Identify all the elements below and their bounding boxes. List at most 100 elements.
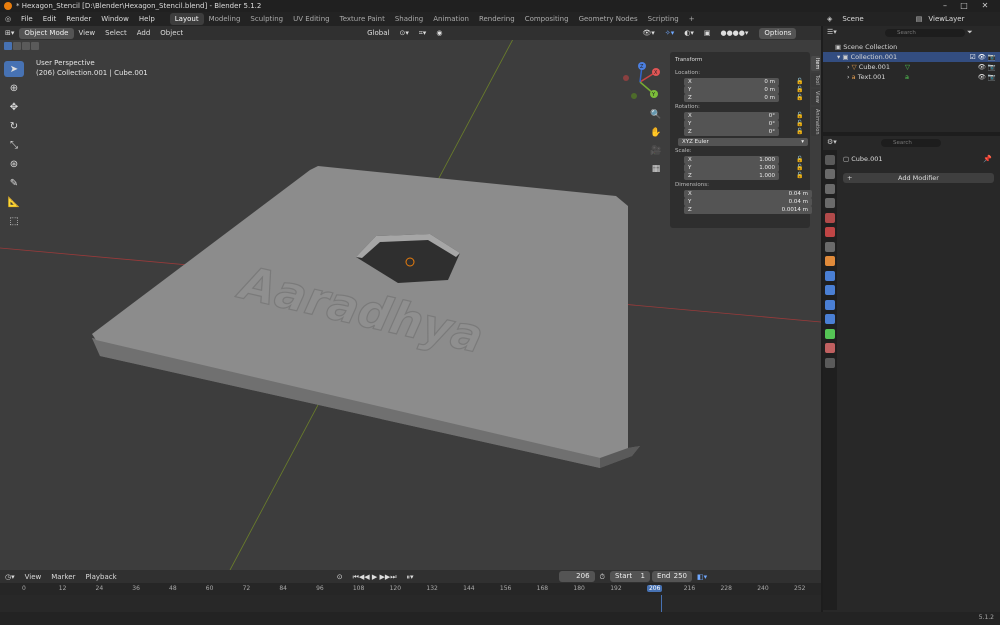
add-cube-tool-icon[interactable]: ⬚ <box>4 213 24 229</box>
clock-icon[interactable]: ⏱ <box>595 570 610 584</box>
editor-type-icon[interactable]: ⊞▾ <box>0 26 19 40</box>
orientation-dropdown[interactable]: Global <box>362 26 394 40</box>
measure-tool-icon[interactable]: 📐 <box>4 194 24 210</box>
snap-icon[interactable]: ⌗▾ <box>414 26 431 40</box>
menu-object[interactable]: Object <box>155 26 188 40</box>
rotation-z-field[interactable]: Z 0° <box>684 128 779 136</box>
current-frame-field[interactable]: 206 <box>558 571 595 582</box>
close-button[interactable]: ✕ <box>978 1 992 11</box>
tab-animation-sidebar[interactable]: Animation <box>811 106 820 137</box>
move-tool-icon[interactable]: ✥ <box>4 99 24 115</box>
dimension-x-field[interactable]: X 0.04 m <box>684 190 812 198</box>
viewlayer-name[interactable]: ViewLayer <box>928 15 964 23</box>
outliner-scene-collection[interactable]: ▣ Scene Collection <box>823 42 1000 52</box>
transform-tool-icon[interactable]: ⊛ <box>4 156 24 172</box>
scene-properties-icon[interactable] <box>825 212 835 223</box>
texture-properties-icon[interactable] <box>825 357 835 368</box>
properties-editor-icon[interactable]: ⚙▾ <box>827 138 837 146</box>
lock-icon[interactable]: 🔓 <box>796 164 803 171</box>
visibility-icon[interactable]: 👁▾ <box>637 26 659 40</box>
playback-controls[interactable]: ⏮◀◀ ▶ ▶▶⏭ <box>348 570 402 584</box>
annotate-tool-icon[interactable]: ✎ <box>4 175 24 191</box>
select-extend-icon[interactable] <box>13 42 21 50</box>
tab-layout[interactable]: Layout <box>169 13 204 25</box>
timeline-menu-playback[interactable]: Playback <box>80 570 121 584</box>
lock-icon[interactable]: 🔓 <box>796 120 803 127</box>
constraints-properties-icon[interactable] <box>825 314 835 324</box>
tool-properties-icon[interactable] <box>825 154 835 165</box>
blender-menu-icon[interactable]: ◎ <box>0 15 16 23</box>
outliner-cube[interactable]: › ▽ Cube.001 ▽ 👁 📷 <box>823 62 1000 72</box>
pin-icon[interactable]: 📌 <box>983 155 992 163</box>
menu-view[interactable]: View <box>74 26 101 40</box>
options-button[interactable]: Options <box>759 27 797 39</box>
output-properties-icon[interactable] <box>825 183 835 194</box>
lock-icon[interactable]: 🔓 <box>796 128 803 135</box>
lock-icon[interactable]: 🔓 <box>796 94 803 101</box>
tab-item[interactable]: Item <box>811 56 820 72</box>
zoom-icon[interactable]: 🔍 <box>648 106 664 124</box>
navigation-gizmo[interactable]: X Y Z <box>620 62 660 102</box>
render-properties-icon[interactable] <box>825 169 835 179</box>
particles-properties-icon[interactable] <box>825 285 835 295</box>
collection-properties-icon[interactable] <box>825 241 835 252</box>
visibility-toggles[interactable]: ☑ 👁 📷 <box>970 52 996 62</box>
rotation-y-field[interactable]: Y 0° <box>684 120 779 128</box>
select-tool-icon[interactable]: ➤ <box>4 61 24 77</box>
visibility-toggles[interactable]: 👁 📷 <box>978 62 996 72</box>
tab-shading[interactable]: Shading <box>390 13 428 25</box>
proportional-edit-icon[interactable]: ◉ <box>431 26 447 40</box>
tab-texture-paint[interactable]: Texture Paint <box>335 13 390 25</box>
menu-select[interactable]: Select <box>100 26 132 40</box>
tab-tool[interactable]: Tool <box>811 73 820 88</box>
lock-icon[interactable]: 🔓 <box>796 86 803 93</box>
start-frame-field[interactable]: Start 1 <box>610 571 651 582</box>
menu-edit[interactable]: Edit <box>38 12 62 26</box>
timeline-ruler[interactable]: 0 12 24 36 48 60 72 84 96 108 120 132 144 156 168 180 19… <box>0 583 821 595</box>
cursor-tool-icon[interactable]: ⊕ <box>4 80 24 96</box>
playhead[interactable] <box>661 595 663 612</box>
menu-render[interactable]: Render <box>61 12 96 26</box>
view-layer-properties-icon[interactable] <box>825 198 835 208</box>
keying-icon[interactable]: ⏸▾ <box>402 570 419 584</box>
sync-icon[interactable]: ◧▾ <box>692 570 712 584</box>
record-icon[interactable]: ⊙ <box>332 570 348 584</box>
physics-properties-icon[interactable] <box>825 299 835 310</box>
gizmo-icon[interactable]: ✧▾ <box>660 26 679 40</box>
select-invert-icon[interactable] <box>31 42 39 50</box>
tab-view[interactable]: View <box>811 89 820 105</box>
lock-icon[interactable]: 🔓 <box>796 78 803 85</box>
timeline-editor-icon[interactable]: ◷▾ <box>0 570 20 584</box>
object-properties-icon[interactable] <box>825 256 835 266</box>
select-subtract-icon[interactable] <box>22 42 30 50</box>
scene-icon[interactable]: ◈ <box>827 15 832 23</box>
xray-icon[interactable]: ▣ <box>699 26 716 40</box>
filter-icon[interactable]: ⏷ <box>967 28 973 37</box>
scale-y-field[interactable]: Y 1.000 <box>684 164 779 172</box>
overlay-icon[interactable]: ◐▾ <box>679 26 699 40</box>
lock-icon[interactable]: 🔓 <box>796 112 803 119</box>
minimize-button[interactable]: – <box>938 1 952 11</box>
mode-dropdown[interactable]: Object Mode <box>19 27 74 39</box>
scale-z-field[interactable]: Z 1.000 <box>684 172 779 180</box>
viewlayer-icon[interactable]: ▤ <box>916 15 923 23</box>
outliner-editor-icon[interactable]: ☰▾ <box>827 28 837 36</box>
modifier-properties-icon[interactable] <box>825 270 835 281</box>
visibility-toggles[interactable]: 👁 📷 <box>978 72 996 82</box>
pan-hand-icon[interactable]: ✋ <box>648 124 664 142</box>
dimension-z-field[interactable]: Z 0.0014 m <box>684 206 812 214</box>
tab-sculpting[interactable]: Sculpting <box>245 13 288 25</box>
maximize-button[interactable]: □ <box>957 1 971 11</box>
add-workspace-button[interactable]: + <box>684 13 700 25</box>
timeline-menu-marker[interactable]: Marker <box>46 570 80 584</box>
menu-help[interactable]: Help <box>134 12 160 26</box>
rotation-mode-dropdown[interactable]: XYZ Euler ▾ <box>678 138 808 146</box>
tab-scripting[interactable]: Scripting <box>643 13 684 25</box>
location-z-field[interactable]: Z0 m <box>684 94 779 102</box>
outliner-text[interactable]: › a Text.001 a 👁 📷 <box>823 72 1000 82</box>
timeline-menu-view[interactable]: View <box>20 570 47 584</box>
tab-animation[interactable]: Animation <box>428 13 474 25</box>
end-frame-field[interactable]: End 250 <box>652 571 693 582</box>
world-properties-icon[interactable] <box>825 227 835 237</box>
pivot-icon[interactable]: ⊙▾ <box>394 26 413 40</box>
